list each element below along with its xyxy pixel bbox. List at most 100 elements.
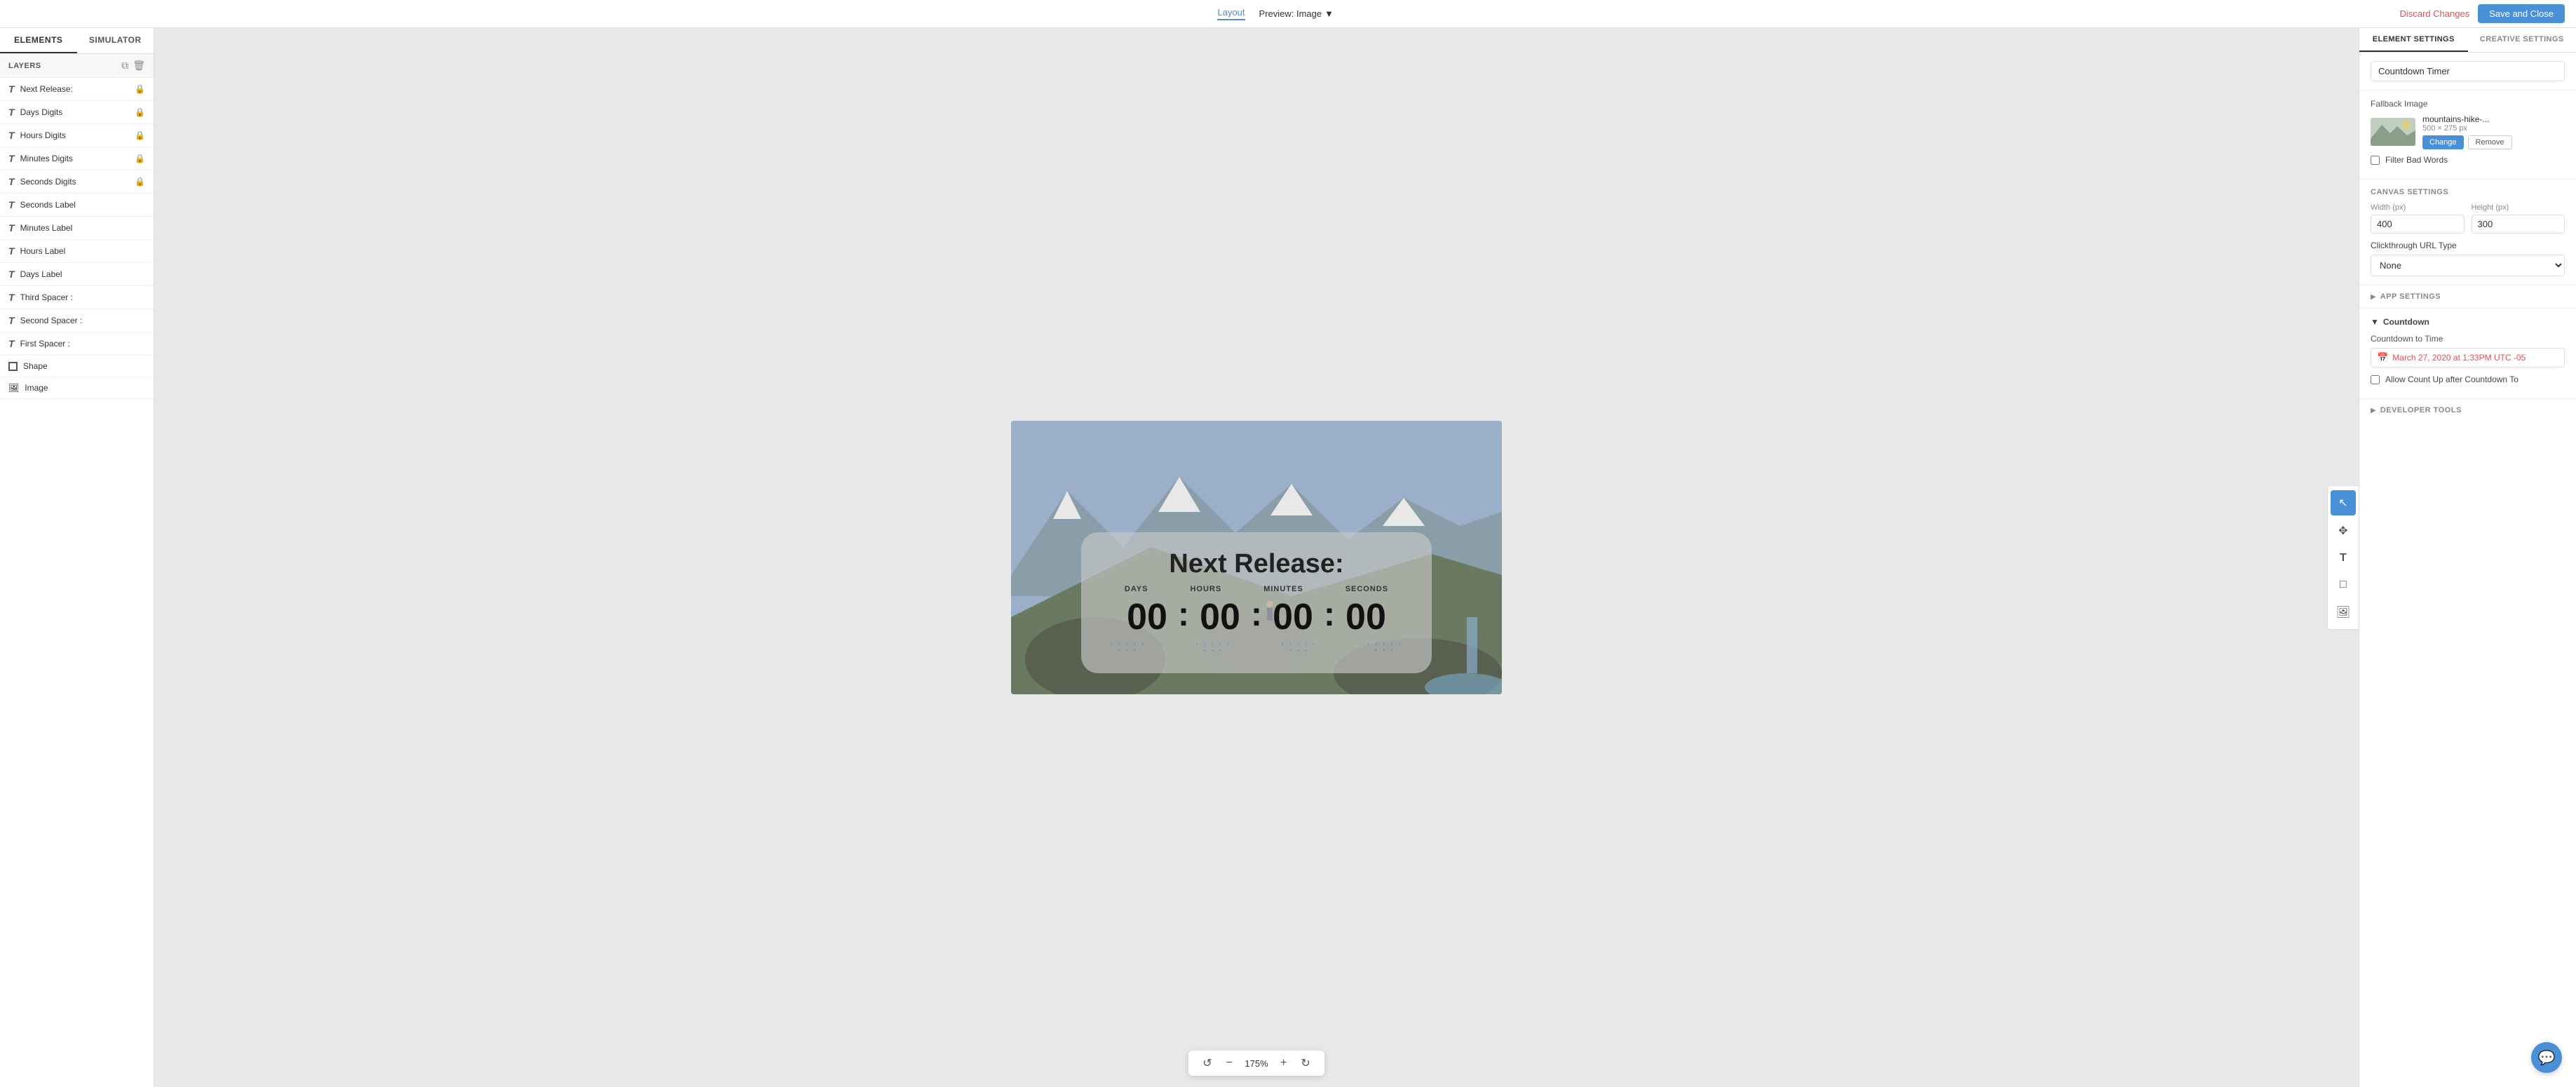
nav-layout[interactable]: Layout bbox=[1217, 7, 1245, 20]
zoom-out-button[interactable]: − bbox=[1222, 1055, 1237, 1071]
nav-preview[interactable]: Preview: Image ▼ bbox=[1259, 8, 1334, 19]
layers-label: Layers bbox=[8, 62, 41, 70]
countdown-date-input[interactable]: 📅 March 27, 2020 at 1:33PM UTC -05 bbox=[2371, 348, 2565, 367]
shape-layer-icon bbox=[8, 362, 18, 371]
list-item[interactable]: T Next Release: 🔒 bbox=[0, 78, 154, 101]
list-item[interactable]: Shape bbox=[0, 356, 154, 377]
fallback-label: Fallback Image bbox=[2371, 99, 2565, 109]
height-label: Height (px) bbox=[2472, 203, 2565, 212]
dots-3: • • • • • • • • bbox=[1280, 641, 1318, 654]
allow-count-up-label: Allow Count Up after Countdown To bbox=[2385, 374, 2519, 384]
list-item[interactable]: T Hours Label bbox=[0, 240, 154, 263]
layer-lock-icon: 🔒 bbox=[135, 130, 145, 140]
filter-bad-words-label: Filter Bad Words bbox=[2385, 155, 2448, 165]
height-input[interactable] bbox=[2472, 215, 2565, 234]
countdown-app-section: ▼ Countdown Countdown to Time 📅 March 27… bbox=[2359, 309, 2576, 399]
countdown-digits: 00 : 00 : 00 : 00 bbox=[1109, 596, 1404, 638]
text-layer-icon: T bbox=[8, 338, 15, 349]
text-layer-icon: T bbox=[8, 83, 15, 95]
label-minutes: MINUTES bbox=[1263, 585, 1303, 593]
layer-lock-icon: 🔒 bbox=[135, 177, 145, 187]
layer-name: Seconds Label bbox=[20, 200, 145, 210]
list-item[interactable]: T Seconds Digits 🔒 bbox=[0, 170, 154, 194]
layer-name: Hours Label bbox=[20, 246, 145, 256]
developer-tools-header[interactable]: ▶ Developer Tools bbox=[2359, 399, 2576, 421]
right-panel-tabs: Element Settings Creative Settings bbox=[2359, 28, 2576, 53]
allow-count-up-checkbox[interactable] bbox=[2371, 375, 2380, 384]
fallback-thumbnail bbox=[2371, 118, 2415, 146]
text-layer-icon: T bbox=[8, 222, 15, 234]
canvas-zoom-toolbar: ↺ − 175% + ↻ bbox=[1188, 1051, 1324, 1076]
element-name-input[interactable] bbox=[2371, 61, 2565, 81]
move-tool-button[interactable]: ✥ bbox=[2331, 518, 2356, 544]
colon-1: : bbox=[1175, 595, 1192, 634]
label-hours: HOURS bbox=[1190, 585, 1221, 593]
main-layout: Elements Simulator Layers ⧉ 🗑 T Next Rel… bbox=[0, 28, 2576, 1087]
reset-zoom-button[interactable]: ↺ bbox=[1198, 1055, 1216, 1072]
list-item[interactable]: T Second Spacer : bbox=[0, 309, 154, 332]
text-layer-icon: T bbox=[8, 107, 15, 118]
app-settings-label: App Settings bbox=[2380, 292, 2441, 301]
list-item[interactable]: 🖼 Image bbox=[0, 377, 154, 399]
chat-bubble[interactable]: 💬 bbox=[2531, 1042, 2562, 1073]
text-layer-icon: T bbox=[8, 199, 15, 210]
remove-image-button[interactable]: Remove bbox=[2468, 135, 2512, 149]
list-item[interactable]: T Minutes Digits 🔒 bbox=[0, 147, 154, 170]
image-layer-icon: 🖼 bbox=[8, 383, 19, 393]
canvas-wrapper: Next Release: DAYS HOURS MINUTES SECONDS… bbox=[1011, 421, 1502, 694]
list-item[interactable]: T First Spacer : bbox=[0, 332, 154, 356]
width-input[interactable] bbox=[2371, 215, 2465, 234]
list-item[interactable]: T Third Spacer : bbox=[0, 286, 154, 309]
text-layer-icon: T bbox=[8, 269, 15, 280]
colon-2: : bbox=[1248, 595, 1265, 634]
layer-name: Next Release: bbox=[20, 84, 129, 94]
text-tool-button[interactable]: T bbox=[2331, 546, 2356, 570]
list-item[interactable]: T Days Digits 🔒 bbox=[0, 101, 154, 124]
layer-lock-icon: 🔒 bbox=[135, 154, 145, 163]
list-item[interactable]: T Minutes Label bbox=[0, 217, 154, 240]
tab-elements[interactable]: Elements bbox=[0, 28, 77, 53]
dev-tools-arrow: ▶ bbox=[2371, 407, 2376, 414]
dots-4: • • • • • • • • bbox=[1366, 641, 1404, 654]
list-item[interactable]: T Hours Digits 🔒 bbox=[0, 124, 154, 147]
tab-element-settings[interactable]: Element Settings bbox=[2359, 28, 2468, 52]
change-image-button[interactable]: Change bbox=[2422, 135, 2464, 149]
layer-name: Hours Digits bbox=[20, 130, 129, 140]
allow-count-up-row: Allow Count Up after Countdown To bbox=[2371, 374, 2565, 384]
image-tool-button[interactable]: 🖼 bbox=[2331, 600, 2356, 625]
layers-header: Layers ⧉ 🗑 bbox=[0, 54, 154, 78]
layer-lock-icon: 🔒 bbox=[135, 107, 145, 117]
tab-creative-settings[interactable]: Creative Settings bbox=[2468, 28, 2576, 52]
canvas-area: ↖ ✥ T □ 🖼 bbox=[154, 28, 2359, 1087]
countdown-date-value: March 27, 2020 at 1:33PM UTC -05 bbox=[2392, 353, 2526, 363]
shape-tool-button[interactable]: □ bbox=[2331, 573, 2356, 597]
filter-bad-words-checkbox[interactable] bbox=[2371, 156, 2380, 165]
cursor-tool-button[interactable]: ↖ bbox=[2331, 490, 2356, 515]
countdown-widget-title: Next Release: bbox=[1109, 549, 1404, 579]
text-layer-icon: T bbox=[8, 245, 15, 257]
days-digit: 00 bbox=[1119, 596, 1175, 638]
tab-simulator[interactable]: Simulator bbox=[77, 28, 154, 53]
list-item[interactable]: T Days Label bbox=[0, 263, 154, 286]
countdown-section-title: ▼ Countdown bbox=[2371, 317, 2565, 327]
width-field: Width (px) bbox=[2371, 203, 2465, 234]
text-layer-icon: T bbox=[8, 315, 15, 326]
layers-list: T Next Release: 🔒 T Days Digits 🔒 T Hour… bbox=[0, 78, 154, 1087]
zoom-in-button[interactable]: + bbox=[1276, 1055, 1291, 1071]
save-button[interactable]: Save and Close bbox=[2478, 4, 2565, 23]
fallback-dimensions: 500 × 275 px bbox=[2422, 124, 2512, 133]
countdown-dots-row: • • • • • • • • • • • • • • • • • • • • … bbox=[1109, 641, 1404, 654]
clickthrough-select[interactable]: None Custom URL Slide URL bbox=[2371, 255, 2565, 276]
rotate-button[interactable]: ↻ bbox=[1296, 1055, 1314, 1072]
delete-layer-button[interactable]: 🗑 bbox=[133, 60, 145, 72]
app-settings-header[interactable]: ▶ App Settings bbox=[2359, 285, 2576, 309]
colon-3: : bbox=[1321, 595, 1338, 634]
list-item[interactable]: T Seconds Label bbox=[0, 194, 154, 217]
app-settings-arrow: ▶ bbox=[2371, 293, 2376, 301]
layer-name: Second Spacer : bbox=[20, 316, 145, 325]
discard-button[interactable]: Discard Changes bbox=[2399, 8, 2469, 19]
layer-name: Minutes Digits bbox=[20, 154, 129, 163]
copy-layer-button[interactable]: ⧉ bbox=[121, 60, 128, 72]
fallback-image-row: mountains-hike-... 500 × 275 px Change R… bbox=[2371, 114, 2565, 149]
countdown-arrow: ▼ bbox=[2371, 317, 2379, 327]
